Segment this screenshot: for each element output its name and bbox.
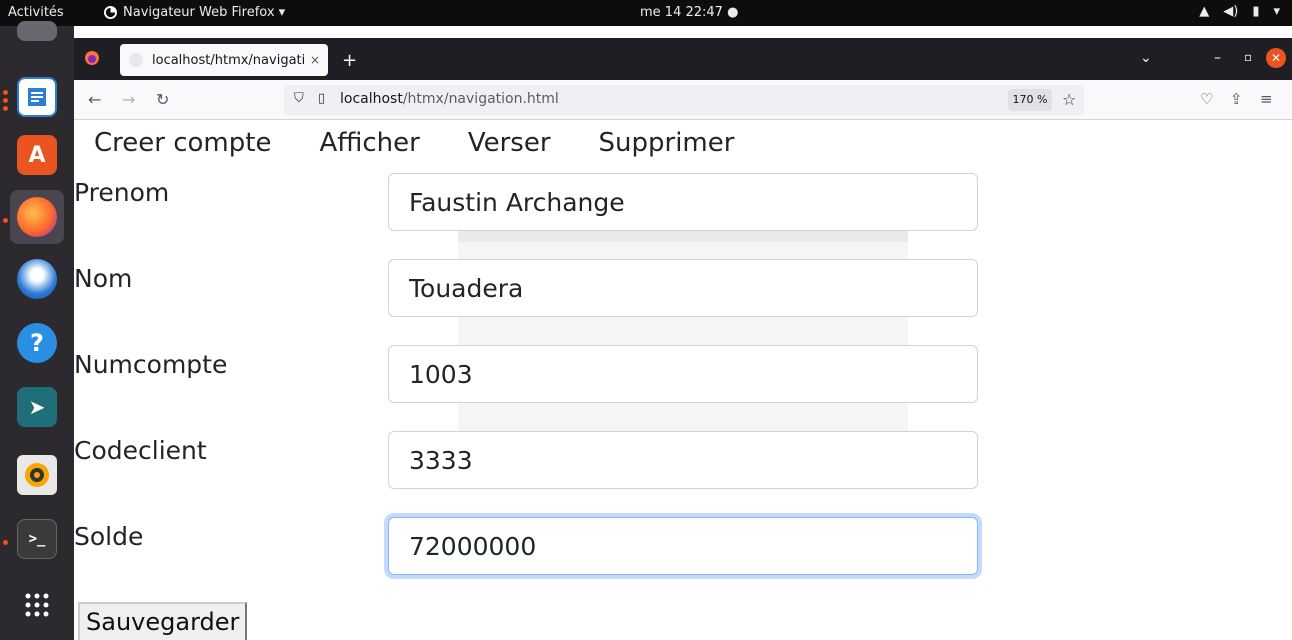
url-host: localhost: [340, 91, 403, 107]
dock-item-writer[interactable]: [10, 70, 64, 124]
running-indicator: [3, 98, 8, 103]
dock-item-software[interactable]: A: [10, 128, 64, 182]
app-icon: [17, 21, 57, 41]
running-indicator: [3, 540, 8, 545]
running-indicator: [3, 106, 8, 111]
dock-item-rhythmbox[interactable]: [10, 448, 64, 502]
pocket-icon[interactable]: ♡: [1200, 90, 1213, 108]
thunderbird-icon: [17, 259, 57, 299]
menu-supprimer[interactable]: Supprimer: [599, 128, 735, 158]
app-menu-label: Navigateur Web Firefox ▾: [123, 5, 286, 20]
page-info-icon[interactable]: ▯: [318, 91, 325, 106]
page-favicon-icon: [129, 53, 143, 67]
forward-arrow-icon[interactable]: →: [122, 90, 135, 109]
url-bar[interactable]: ⛉ ▯ localhost/htmx/navigation.html 170 %…: [284, 85, 1084, 115]
nom-field[interactable]: [388, 259, 978, 317]
window-close-icon[interactable]: ✕: [1266, 48, 1286, 68]
terminal-icon: >_: [17, 519, 57, 559]
dock-item-help[interactable]: ?: [10, 316, 64, 370]
numcompte-label: Numcompte: [74, 350, 228, 379]
bookmark-star-icon[interactable]: ☆: [1062, 90, 1076, 109]
dock-item-thunderbird[interactable]: [10, 252, 64, 306]
ghost-overlay: [458, 208, 908, 464]
system-tray[interactable]: ▲ ◀) ▮ ▾: [1199, 4, 1280, 19]
dock-item-terminal[interactable]: >_: [10, 512, 64, 566]
dock-item-firefox[interactable]: [10, 190, 64, 244]
writer-icon: [17, 77, 57, 117]
reload-icon[interactable]: ↻: [156, 90, 169, 109]
minimize-icon[interactable]: –: [1214, 50, 1221, 66]
maximize-icon[interactable]: ▫: [1244, 50, 1252, 64]
new-tab-button[interactable]: +: [342, 50, 357, 71]
zoom-indicator[interactable]: 170 %: [1008, 89, 1052, 111]
save-button[interactable]: Sauvegarder: [78, 602, 248, 640]
tab-title: localhost/htmx/navigation.h: [152, 52, 304, 68]
codeclient-label: Codeclient: [74, 436, 207, 465]
system-top-bar: Activités Navigateur Web Firefox ▾ me 14…: [0, 0, 1292, 26]
network-icon: ▲: [1199, 4, 1210, 19]
battery-icon: ▮: [1252, 4, 1260, 19]
help-icon: ?: [17, 323, 57, 363]
prenom-field[interactable]: [388, 173, 978, 231]
store-icon: ➤: [17, 387, 57, 427]
share-icon[interactable]: ⇪: [1230, 90, 1243, 108]
firefox-small-icon: [104, 6, 117, 19]
running-indicator: [3, 90, 8, 95]
list-all-tabs-chevron-icon[interactable]: ⌄: [1140, 50, 1152, 66]
dock-item-top[interactable]: [10, 4, 64, 58]
firefox-icon: [17, 197, 57, 237]
firefox-view-icon[interactable]: [84, 50, 100, 70]
menu-verser[interactable]: Verser: [468, 128, 551, 158]
chevron-down-icon: ▾: [1273, 4, 1280, 19]
dock-item-store[interactable]: ➤: [10, 380, 64, 434]
solde-label: Solde: [74, 522, 144, 551]
url-text[interactable]: localhost/htmx/navigation.html: [340, 91, 559, 107]
url-path: /htmx/navigation.html: [402, 91, 559, 107]
tab-close-icon[interactable]: ×: [310, 53, 320, 67]
tab-strip: localhost/htmx/navigation.h × + ⌄ – ▫ ✕: [74, 38, 1292, 80]
navigation-toolbar: ← → ↻ ⛉ ▯ localhost/htmx/navigation.html…: [74, 80, 1292, 120]
numcompte-field[interactable]: [388, 345, 978, 403]
dock: A ? ➤ >_: [0, 21, 74, 640]
volume-icon: ◀): [1223, 4, 1239, 19]
show-apps-button[interactable]: [10, 578, 64, 632]
codeclient-field[interactable]: [388, 431, 978, 489]
grid-icon: [25, 593, 49, 617]
app-menu[interactable]: Navigateur Web Firefox ▾: [104, 5, 285, 20]
nom-label: Nom: [74, 264, 133, 293]
tab-active[interactable]: localhost/htmx/navigation.h ×: [120, 44, 328, 76]
page-content: Creer compte Afficher Verser Supprimer P…: [74, 120, 1292, 640]
back-arrow-icon[interactable]: ←: [88, 90, 101, 109]
clock[interactable]: me 14 22:47 ●: [640, 5, 738, 20]
menu-afficher[interactable]: Afficher: [319, 128, 419, 158]
running-indicator: [3, 218, 8, 223]
menu-creer-compte[interactable]: Creer compte: [94, 128, 271, 158]
solde-field[interactable]: [388, 517, 978, 575]
prenom-label: Prenom: [74, 178, 170, 207]
top-menu: Creer compte Afficher Verser Supprimer: [94, 128, 734, 158]
hamburger-menu-icon[interactable]: ≡: [1260, 90, 1273, 108]
rhythmbox-icon: [17, 455, 57, 495]
tracking-shield-icon[interactable]: ⛉: [294, 91, 304, 106]
software-center-icon: A: [17, 135, 57, 175]
